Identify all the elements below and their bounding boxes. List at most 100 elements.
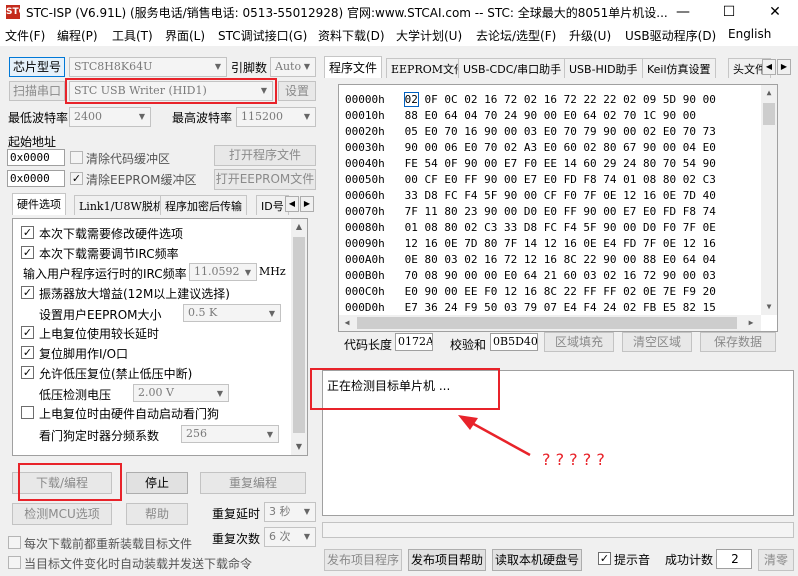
save-data-button[interactable]: 保存数据 (700, 332, 776, 352)
tab-program-file[interactable]: 程序文件 (324, 56, 383, 78)
opt-irc-freq-input[interactable]: 11.0592 ▼ (189, 263, 257, 281)
read-disk-id-button[interactable]: 读取本机硬盘号 (492, 549, 582, 571)
max-baud-select[interactable]: 115200 ▼ (236, 107, 316, 127)
scan-port-button[interactable]: 扫描串口 (9, 81, 65, 101)
opt-lvd-select[interactable]: 2.00 V ▼ (133, 384, 229, 402)
hex-hscrollbar[interactable]: ◀ ▶ (339, 315, 761, 331)
clear-count-button[interactable]: 清零 (758, 549, 794, 571)
open-program-button[interactable]: 打开程序文件 (214, 145, 316, 166)
opt-irc-unit: MHz (259, 265, 286, 278)
hex-address: 00000h (345, 93, 385, 106)
tab-usb-hid[interactable]: USB-HID助手 (564, 58, 643, 78)
hex-bytes: 05 E0 70 16 90 00 03 E0 70 79 90 00 02 E… (404, 125, 716, 138)
chip-model-select[interactable]: STC8H8K64U ▼ (69, 57, 227, 77)
scroll-up-icon[interactable]: ▲ (761, 85, 777, 101)
menu-forum[interactable]: 去论坛/选型(F) (476, 27, 556, 44)
min-baud-label: 最低波特率 (8, 111, 69, 125)
hex-address: 00040h (345, 157, 385, 170)
opt-eeprom-size-select[interactable]: 0.5 K ▼ (183, 304, 281, 322)
scroll-left-icon[interactable]: ◀ (339, 315, 355, 331)
scroll-thumb[interactable] (357, 317, 737, 329)
pins-value: Auto (275, 60, 302, 73)
repeat-delay-select[interactable]: 3 秒 ▼ (264, 502, 316, 522)
minimize-button[interactable]: — (660, 0, 706, 24)
scroll-down-icon[interactable]: ▼ (761, 299, 777, 315)
tab-scroll-left-icon[interactable]: ◀ (762, 59, 776, 75)
opt-modify-hw-checkbox[interactable]: ✓ (21, 226, 34, 239)
help-button[interactable]: 帮助 (126, 503, 188, 525)
menu-program[interactable]: 编程(P) (57, 27, 98, 44)
tab-usb-cdc[interactable]: USB-CDC/串口助手 (458, 58, 567, 78)
tab-scroll-right-icon[interactable]: ▶ (777, 59, 791, 75)
sound-label: 提示音 (614, 553, 651, 567)
hex-bytes: 01 08 80 02 C3 33 D8 FC F4 5F 90 00 D0 F… (404, 221, 716, 234)
options-scrollbar[interactable]: ▲ ▼ (291, 219, 307, 455)
right-tabs: 程序文件 EEPROM文件 USB-CDC/串口助手 USB-HID助手 Kei… (324, 56, 796, 80)
publish-project-button[interactable]: 发布项目程序 (324, 549, 402, 571)
hex-address: 000B0h (345, 269, 385, 282)
hex-address: 000A0h (345, 253, 385, 266)
detect-mcu-button[interactable]: 检测MCU选项 (12, 503, 112, 525)
clear-area-button[interactable]: 清空区域 (622, 332, 692, 352)
menu-usb-driver[interactable]: USB驱动程序(D) (625, 27, 716, 44)
scroll-right-icon[interactable]: ▶ (743, 315, 759, 331)
tab-id[interactable]: ID号 (256, 195, 289, 215)
hex-row: 00060h 33 D8 FC F4 5F 90 00 CF F0 7F 0E … (345, 189, 716, 202)
tab-hardware-options[interactable]: 硬件选项 (12, 193, 66, 215)
menu-download[interactable]: 资料下载(D) (318, 27, 385, 44)
scroll-thumb[interactable] (763, 103, 775, 125)
maximize-button[interactable]: ☐ (706, 0, 752, 24)
stop-button[interactable]: 停止 (126, 472, 188, 494)
menu-debug[interactable]: STC调试接口(G) (218, 27, 307, 44)
opt-lvr-checkbox[interactable]: ✓ (21, 366, 34, 379)
scroll-thumb[interactable] (293, 237, 305, 433)
menu-file[interactable]: 文件(F) (5, 27, 45, 44)
tab-scroll-left-icon[interactable]: ◀ (285, 196, 299, 212)
opt-long-reset-checkbox[interactable]: ✓ (21, 326, 34, 339)
tab-encrypt[interactable]: 程序加密后传输 (160, 195, 247, 215)
menu-univ[interactable]: 大学计划(U) (396, 27, 462, 44)
publish-help-button[interactable]: 发布项目帮助 (408, 549, 486, 571)
tab-link1[interactable]: Link1/U8W脱机 (74, 195, 169, 215)
fill-area-button[interactable]: 区域填充 (544, 332, 614, 352)
opt-wdt-div-select[interactable]: 256 ▼ (181, 425, 279, 443)
menu-tools[interactable]: 工具(T) (112, 27, 153, 44)
menu-upgrade[interactable]: 升级(U) (569, 27, 611, 44)
reload-before-download-checkbox[interactable] (8, 536, 21, 549)
min-baud-select[interactable]: 2400 ▼ (69, 107, 151, 127)
chip-model-button[interactable]: 芯片型号 (9, 57, 65, 77)
menu-english[interactable]: English (728, 27, 771, 41)
clear-code-checkbox[interactable] (70, 151, 83, 164)
tab-keil[interactable]: Keil仿真设置 (642, 58, 716, 78)
eeprom-start-address[interactable]: 0x0000 (7, 170, 65, 187)
repeat-count-select[interactable]: 6 次 ▼ (264, 527, 316, 547)
open-eeprom-button[interactable]: 打开EEPROM文件 (214, 169, 316, 190)
opt-watchdog-checkbox[interactable] (21, 406, 34, 419)
max-baud-label: 最高波特率 (172, 111, 233, 125)
opt-watchdog-label: 上电复位时由硬件自动启动看门狗 (39, 407, 220, 421)
scroll-down-icon[interactable]: ▼ (291, 439, 307, 455)
pins-select[interactable]: Auto ▼ (270, 57, 316, 77)
menu-view[interactable]: 界面(L) (165, 27, 205, 44)
scroll-up-icon[interactable]: ▲ (291, 219, 307, 235)
opt-adjust-irc-checkbox[interactable]: ✓ (21, 246, 34, 259)
hex-viewer[interactable]: 00000h 02 0F 0C 02 16 72 02 16 72 22 22 … (338, 84, 778, 332)
sound-checkbox[interactable]: ✓ (598, 552, 611, 565)
auto-send-checkbox[interactable] (8, 556, 21, 569)
opt-reset-io-checkbox[interactable]: ✓ (21, 346, 34, 359)
repeat-program-button[interactable]: 重复编程 (200, 472, 306, 494)
opt-osc-gain-checkbox[interactable]: ✓ (21, 286, 34, 299)
hex-bytes: 0E 80 03 02 16 72 12 16 8C 22 90 00 88 E… (404, 253, 716, 266)
repeat-count-label: 重复次数 (212, 532, 261, 546)
hex-vscrollbar[interactable]: ▲ ▼ (761, 85, 777, 315)
close-button[interactable]: ✕ (752, 0, 798, 24)
settings-button[interactable]: 设置 (278, 81, 316, 101)
code-start-address[interactable]: 0x0000 (7, 149, 65, 166)
hex-cursor: 02 (403, 92, 419, 107)
hex-row: 000C0h E0 90 00 EE F0 12 16 8C 22 FF FF … (345, 285, 716, 298)
code-length-value: 0172A (395, 333, 433, 351)
annotation-box-output (310, 368, 500, 410)
clear-eeprom-checkbox[interactable]: ✓ (70, 172, 83, 185)
hex-address: 00090h (345, 237, 385, 250)
tab-scroll-right-icon[interactable]: ▶ (300, 196, 314, 212)
